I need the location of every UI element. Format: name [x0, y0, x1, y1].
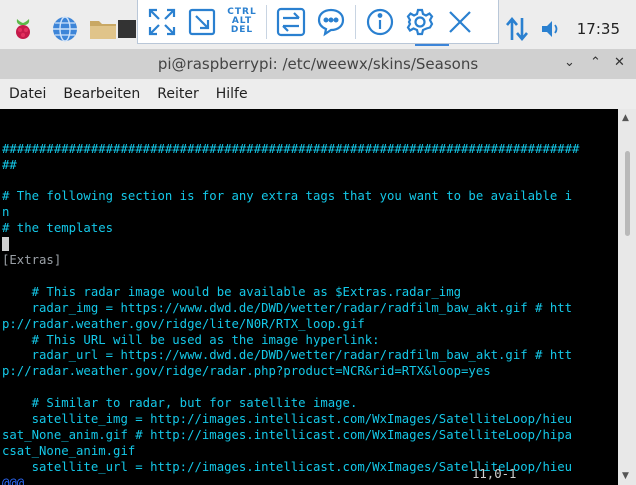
- fullscreen-icon[interactable]: [142, 2, 182, 42]
- network-arrows-icon[interactable]: [502, 14, 532, 44]
- terminal-line: sat_None_anim.gif # http://images.intell…: [2, 428, 616, 444]
- menu-bearbeiten[interactable]: Bearbeiten: [63, 86, 140, 102]
- transfer-icon[interactable]: [271, 2, 311, 42]
- terminal-line: # The following section is for any extra…: [2, 189, 616, 205]
- terminal-line-text: # The following section is for any extra…: [2, 189, 573, 204]
- terminal-line: p://radar.weather.gov/ridge/lite/N0R/RTX…: [2, 317, 616, 333]
- terminal-line-text: # This radar image would be available as…: [2, 284, 462, 299]
- terminal-line: ##: [2, 158, 616, 174]
- close-window-icon[interactable]: ✕: [614, 55, 625, 70]
- scroll-down-icon[interactable]: ▼: [622, 471, 629, 481]
- info-icon[interactable]: [360, 2, 400, 42]
- toolbar-separator: [355, 4, 356, 39]
- terminal-line: # Similar to radar, but for satellite im…: [2, 396, 616, 412]
- window-titlebar[interactable]: pi@raspberrypi: /etc/weewx/skins/Seasons…: [0, 49, 636, 79]
- terminal-line-text: [2, 237, 10, 252]
- terminal-icon[interactable]: [118, 14, 136, 44]
- scrollbar-thumb[interactable]: [625, 151, 630, 236]
- terminal-line-text: sat_None_anim.gif # http://images.intell…: [2, 427, 573, 442]
- terminal-line: [2, 237, 616, 253]
- gear-icon[interactable]: [400, 2, 440, 42]
- vnc-toolbar: CTRL ALT DEL: [137, 0, 499, 44]
- terminal-line-text: radar_img = https://www.dwd.de/DWD/wette…: [2, 300, 573, 315]
- terminal-line: # This URL will be used as the image hyp…: [2, 333, 616, 349]
- terminal-line-text: p://radar.weather.gov/ridge/radar.php?pr…: [2, 364, 491, 379]
- terminal-line: p://radar.weather.gov/ridge/radar.php?pr…: [2, 364, 616, 380]
- terminal-line-text: [Extras]: [2, 253, 62, 268]
- terminal-line: radar_img = https://www.dwd.de/DWD/wette…: [2, 301, 616, 317]
- terminal-line: n: [2, 205, 616, 221]
- terminal-line: [Extras]: [2, 253, 616, 269]
- menu-reiter[interactable]: Reiter: [157, 86, 198, 102]
- terminal-line: radar_url = https://www.dwd.de/DWD/wette…: [2, 348, 616, 364]
- terminal-line-text: # Similar to radar, but for satellite im…: [2, 396, 358, 411]
- maximize-icon[interactable]: ⌃: [590, 55, 601, 70]
- terminal-line-text: p://radar.weather.gov/ridge/lite/N0R/RTX…: [2, 316, 365, 331]
- toolbar-separator: [266, 4, 267, 39]
- volume-icon[interactable]: [536, 14, 566, 44]
- globe-icon[interactable]: [50, 14, 80, 44]
- terminal-line-text: # This URL will be used as the image hyp…: [2, 332, 380, 347]
- vim-status-line: 11,0-1 1%: [0, 451, 618, 485]
- terminal-output[interactable]: ########################################…: [0, 109, 618, 485]
- terminal-scrollbar[interactable]: ▲ ▼: [618, 109, 636, 485]
- terminal-line-text: # the templates: [2, 221, 114, 236]
- menu-datei[interactable]: Datei: [9, 86, 46, 102]
- terminal-line-text: satellite_img = http://images.intellicas…: [2, 411, 573, 426]
- ctrl-alt-del-button[interactable]: CTRL ALT DEL: [222, 2, 262, 42]
- menu-hilfe[interactable]: Hilfe: [216, 86, 248, 102]
- terminal-window: pi@raspberrypi: /etc/weewx/skins/Seasons…: [0, 49, 636, 485]
- window-title: pi@raspberrypi: /etc/weewx/skins/Seasons: [157, 55, 479, 73]
- terminal-line-text: radar_url = https://www.dwd.de/DWD/wette…: [2, 348, 573, 363]
- terminal-line: # the templates: [2, 221, 616, 237]
- menu-bar: Datei Bearbeiten Reiter Hilfe: [0, 79, 636, 109]
- clock[interactable]: 17:35: [577, 20, 620, 38]
- cursor-position: 11,0-1: [472, 466, 517, 481]
- folder-icon[interactable]: [88, 14, 118, 44]
- terminal-line: ########################################…: [2, 142, 616, 158]
- raspberry-menu-icon[interactable]: [8, 14, 38, 44]
- terminal-lines: ########################################…: [2, 142, 616, 485]
- close-icon[interactable]: [440, 2, 480, 42]
- terminal-line: @@@: [2, 476, 616, 485]
- terminal-line: # This radar image would be available as…: [2, 285, 616, 301]
- minimize-icon[interactable]: ⌄: [564, 55, 575, 70]
- terminal-line: satellite_img = http://images.intellicas…: [2, 412, 616, 428]
- scale-icon[interactable]: [182, 2, 222, 42]
- terminal-line-text: n: [2, 205, 10, 220]
- del-label: DEL: [230, 25, 254, 35]
- terminal-line-text: ########################################…: [2, 141, 580, 156]
- scroll-up-icon[interactable]: ▲: [622, 113, 629, 123]
- chat-icon[interactable]: [311, 2, 351, 42]
- terminal-line-text: ##: [2, 157, 17, 172]
